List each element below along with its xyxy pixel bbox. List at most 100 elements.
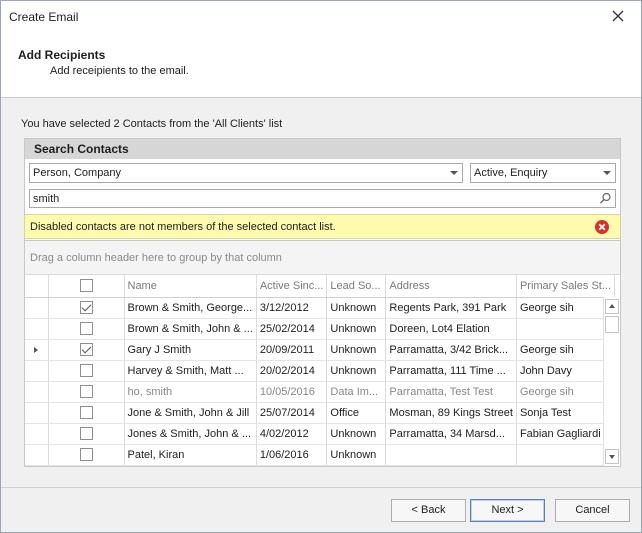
lead-source-cell[interactable]: Unknown (326, 360, 387, 382)
primary-sales-cell[interactable]: John Davy (516, 360, 616, 382)
select-all-checkbox[interactable] (79, 279, 93, 293)
address-cell[interactable]: Parramatta, Test Test (385, 381, 517, 403)
contacts-grid: Drag a column header here to group by th… (24, 240, 621, 467)
name-cell[interactable]: Jone & Smith, John & Jill (124, 402, 257, 424)
column-header-address[interactable]: Address (385, 275, 517, 298)
row-select-cell[interactable] (48, 423, 125, 445)
chevron-down-icon[interactable] (603, 171, 611, 175)
cancel-button[interactable]: Cancel (555, 499, 630, 522)
row-indicator-cell[interactable] (25, 297, 49, 319)
active-since-cell[interactable]: 1/06/2016 (256, 444, 328, 466)
row-checkbox[interactable] (79, 385, 93, 398)
search-input[interactable]: smith (29, 189, 616, 208)
active-since-cell[interactable]: 4/02/2012 (256, 423, 328, 445)
primary-sales-cell[interactable] (516, 444, 616, 466)
table-row[interactable]: ho, smith 10/05/2016 Data Im... Parramatta,… (25, 381, 616, 403)
lead-source-cell[interactable]: Unknown (326, 444, 387, 466)
row-checkbox[interactable] (79, 406, 93, 419)
name-cell[interactable]: Brown & Smith, John & ... (124, 318, 257, 340)
address-cell[interactable]: Parramatta, 3/42 Brick... (385, 339, 517, 361)
table-row[interactable]: Jones & Smith, John & ... 4/02/2012 Unknow… (25, 423, 616, 445)
scroll-thumb[interactable] (605, 316, 619, 333)
name-cell[interactable]: Jones & Smith, John & ... (124, 423, 257, 445)
active-since-cell[interactable]: 25/02/2014 (256, 318, 328, 340)
primary-sales-cell[interactable]: Fabian Gagliardi (516, 423, 616, 445)
column-header-lead-source[interactable]: Lead So... (326, 275, 387, 298)
primary-sales-cell[interactable]: George sih (516, 297, 616, 319)
row-checkbox[interactable] (79, 301, 93, 314)
row-checkbox[interactable] (79, 448, 93, 461)
row-select-cell[interactable] (48, 339, 125, 361)
address-cell[interactable]: Regents Park, 391 Park (385, 297, 517, 319)
row-checkbox[interactable] (79, 343, 93, 356)
column-header-primary-sales[interactable]: Primary Sales St... (516, 275, 616, 298)
group-by-panel[interactable]: Drag a column header here to group by th… (25, 241, 620, 275)
table-row[interactable]: Gary J Smith 20/09/2011 Unknown Parramatta,… (25, 339, 616, 361)
active-since-cell[interactable]: 25/07/2014 (256, 402, 328, 424)
name-cell[interactable]: Brown & Smith, George... (124, 297, 257, 319)
row-indicator-cell[interactable] (25, 318, 49, 340)
active-since-cell[interactable]: 20/09/2011 (256, 339, 328, 361)
address-cell[interactable]: Mosman, 89 Kings Street (385, 402, 517, 424)
primary-sales-cell[interactable] (516, 318, 616, 340)
table-row[interactable]: Harvey & Smith, Matt ... 20/02/2014 Unknow… (25, 360, 616, 382)
primary-sales-cell[interactable]: George sih (516, 381, 616, 403)
name-cell[interactable]: Gary J Smith (124, 339, 257, 361)
row-indicator-cell[interactable] (25, 444, 49, 466)
column-header-active-since[interactable]: Active Sinc... (256, 275, 328, 298)
lead-source-cell[interactable]: Unknown (326, 297, 387, 319)
panel-title: Search Contacts (34, 142, 129, 156)
active-since-cell[interactable]: 10/05/2016 (256, 381, 328, 403)
lead-source-cell[interactable]: Unknown (326, 339, 387, 361)
address-cell[interactable]: Parramatta, 111 Time ... (385, 360, 517, 382)
error-circle-icon[interactable] (594, 219, 610, 235)
search-text: smith (33, 193, 60, 205)
address-cell[interactable] (385, 444, 517, 466)
row-indicator-cell[interactable] (25, 360, 49, 382)
scroll-down-icon[interactable] (605, 449, 619, 464)
primary-sales-cell[interactable]: George sih (516, 339, 616, 361)
row-select-cell[interactable] (48, 444, 125, 466)
scroll-up-icon[interactable] (605, 299, 619, 314)
chevron-down-icon[interactable] (450, 171, 458, 175)
row-select-cell[interactable] (48, 360, 125, 382)
close-icon[interactable] (609, 7, 627, 25)
footer-divider (1, 487, 641, 488)
vertical-scrollbar[interactable] (603, 297, 620, 466)
row-checkbox[interactable] (79, 364, 93, 377)
row-indicator-cell[interactable] (25, 402, 49, 424)
table-row[interactable]: Brown & Smith, John & ... 25/02/2014 Unkno… (25, 318, 616, 340)
next-button[interactable]: Next > (470, 499, 545, 522)
name-cell[interactable]: ho, smith (124, 381, 257, 403)
row-select-cell[interactable] (48, 381, 125, 403)
name-cell[interactable]: Patel, Kiran (124, 444, 257, 466)
row-select-cell[interactable] (48, 318, 125, 340)
row-indicator-cell[interactable] (25, 381, 49, 403)
row-checkbox[interactable] (79, 427, 93, 440)
address-cell[interactable]: Parramatta, 34 Marsd... (385, 423, 517, 445)
window-title: Create Email (9, 10, 79, 24)
lead-source-cell[interactable]: Data Im... (326, 381, 387, 403)
search-icon[interactable] (599, 192, 612, 205)
status-dropdown[interactable]: Active, Enquiry (470, 163, 616, 183)
back-button[interactable]: < Back (391, 499, 466, 522)
primary-sales-cell[interactable]: Sonja Test (516, 402, 616, 424)
table-row[interactable]: Brown & Smith, George... 3/12/2012 Unknown… (25, 297, 616, 319)
lead-source-cell[interactable]: Office (326, 402, 387, 424)
table-row[interactable]: Jone & Smith, John & Jill 25/07/2014 Offic… (25, 402, 616, 424)
table-row[interactable]: Patel, Kiran 1/06/2016 Unknown (25, 444, 616, 466)
row-select-cell[interactable] (48, 297, 125, 319)
address-cell[interactable]: Doreen, Lot4 Elation (385, 318, 517, 340)
select-all-checkbox-header[interactable] (48, 275, 125, 298)
lead-source-cell[interactable]: Unknown (326, 318, 387, 340)
active-since-cell[interactable]: 3/12/2012 (256, 297, 328, 319)
name-cell[interactable]: Harvey & Smith, Matt ... (124, 360, 257, 382)
row-checkbox[interactable] (79, 322, 93, 335)
row-select-cell[interactable] (48, 402, 125, 424)
row-indicator-cell[interactable] (25, 339, 49, 361)
lead-source-cell[interactable]: Unknown (326, 423, 387, 445)
column-header-name[interactable]: Name (124, 275, 257, 298)
row-indicator-cell[interactable] (25, 423, 49, 445)
contact-type-dropdown[interactable]: Person, Company (29, 163, 463, 183)
active-since-cell[interactable]: 20/02/2014 (256, 360, 328, 382)
